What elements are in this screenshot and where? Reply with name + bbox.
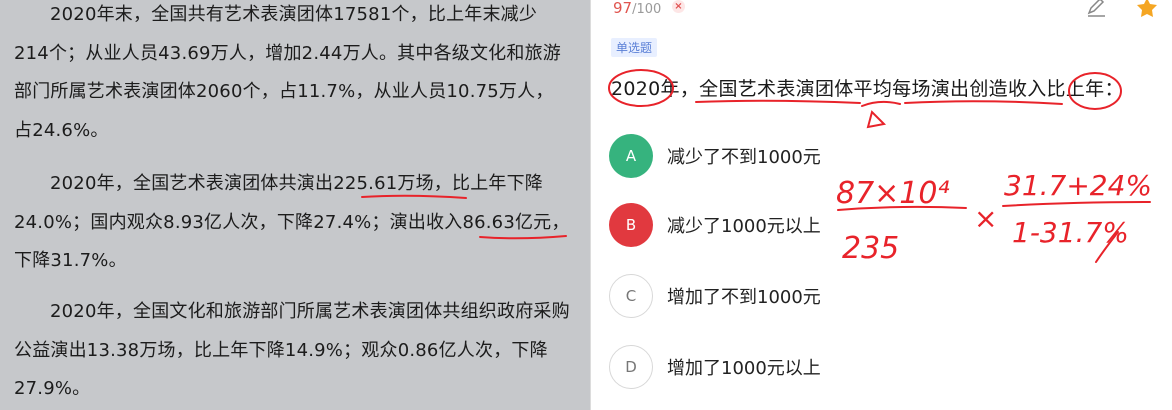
progress-total: /100 — [632, 2, 662, 17]
question-type-badge: 单选题 — [611, 38, 658, 57]
question-panel: 97/100 × 单选题 2020年，全国艺术表演团体平均每场演出创造收入比上年… — [591, 0, 1172, 410]
reading-passage-panel: 2020年末，全国共有艺术表演团体17581个，比上年末减少214个；从业人员4… — [0, 0, 590, 410]
option-c-text[interactable]: 增加了不到1000元 — [667, 283, 821, 309]
passage-paragraph-2: 2020年，全国艺术表演团体共演出225.61万场，比上年下降24.0%；国内观… — [14, 173, 570, 271]
option-a[interactable]: A 减少了不到1000元 — [609, 134, 821, 178]
option-b-circle[interactable]: B — [609, 203, 653, 247]
option-c[interactable]: C 增加了不到1000元 — [609, 274, 821, 318]
passage-paragraph-3: 2020年，全国文化和旅游部门所属艺术表演团体共组织政府采购公益演出13.38万… — [14, 301, 570, 399]
star-icon[interactable] — [1136, 0, 1158, 18]
option-a-text[interactable]: 减少了不到1000元 — [667, 143, 821, 169]
option-d-circle[interactable]: D — [609, 345, 653, 389]
passage-paragraph-1: 2020年末，全国共有艺术表演团体17581个，比上年末减少214个；从业人员4… — [14, 4, 561, 141]
option-c-circle[interactable]: C — [609, 274, 653, 318]
progress-current: 97 — [613, 0, 633, 17]
option-a-circle[interactable]: A — [609, 134, 653, 178]
wrong-answer-badge: × — [672, 0, 685, 13]
progress-indicator: 97/100 — [613, 0, 661, 17]
edit-icon[interactable] — [1085, 0, 1107, 18]
option-b-text[interactable]: 减少了1000元以上 — [667, 212, 821, 238]
option-d[interactable]: D 增加了1000元以上 — [609, 345, 821, 389]
option-b[interactable]: B 减少了1000元以上 — [609, 203, 821, 247]
option-d-text[interactable]: 增加了1000元以上 — [667, 354, 821, 380]
question-stem: 2020年，全国艺术表演团体平均每场演出创造收入比上年： — [611, 78, 1124, 100]
